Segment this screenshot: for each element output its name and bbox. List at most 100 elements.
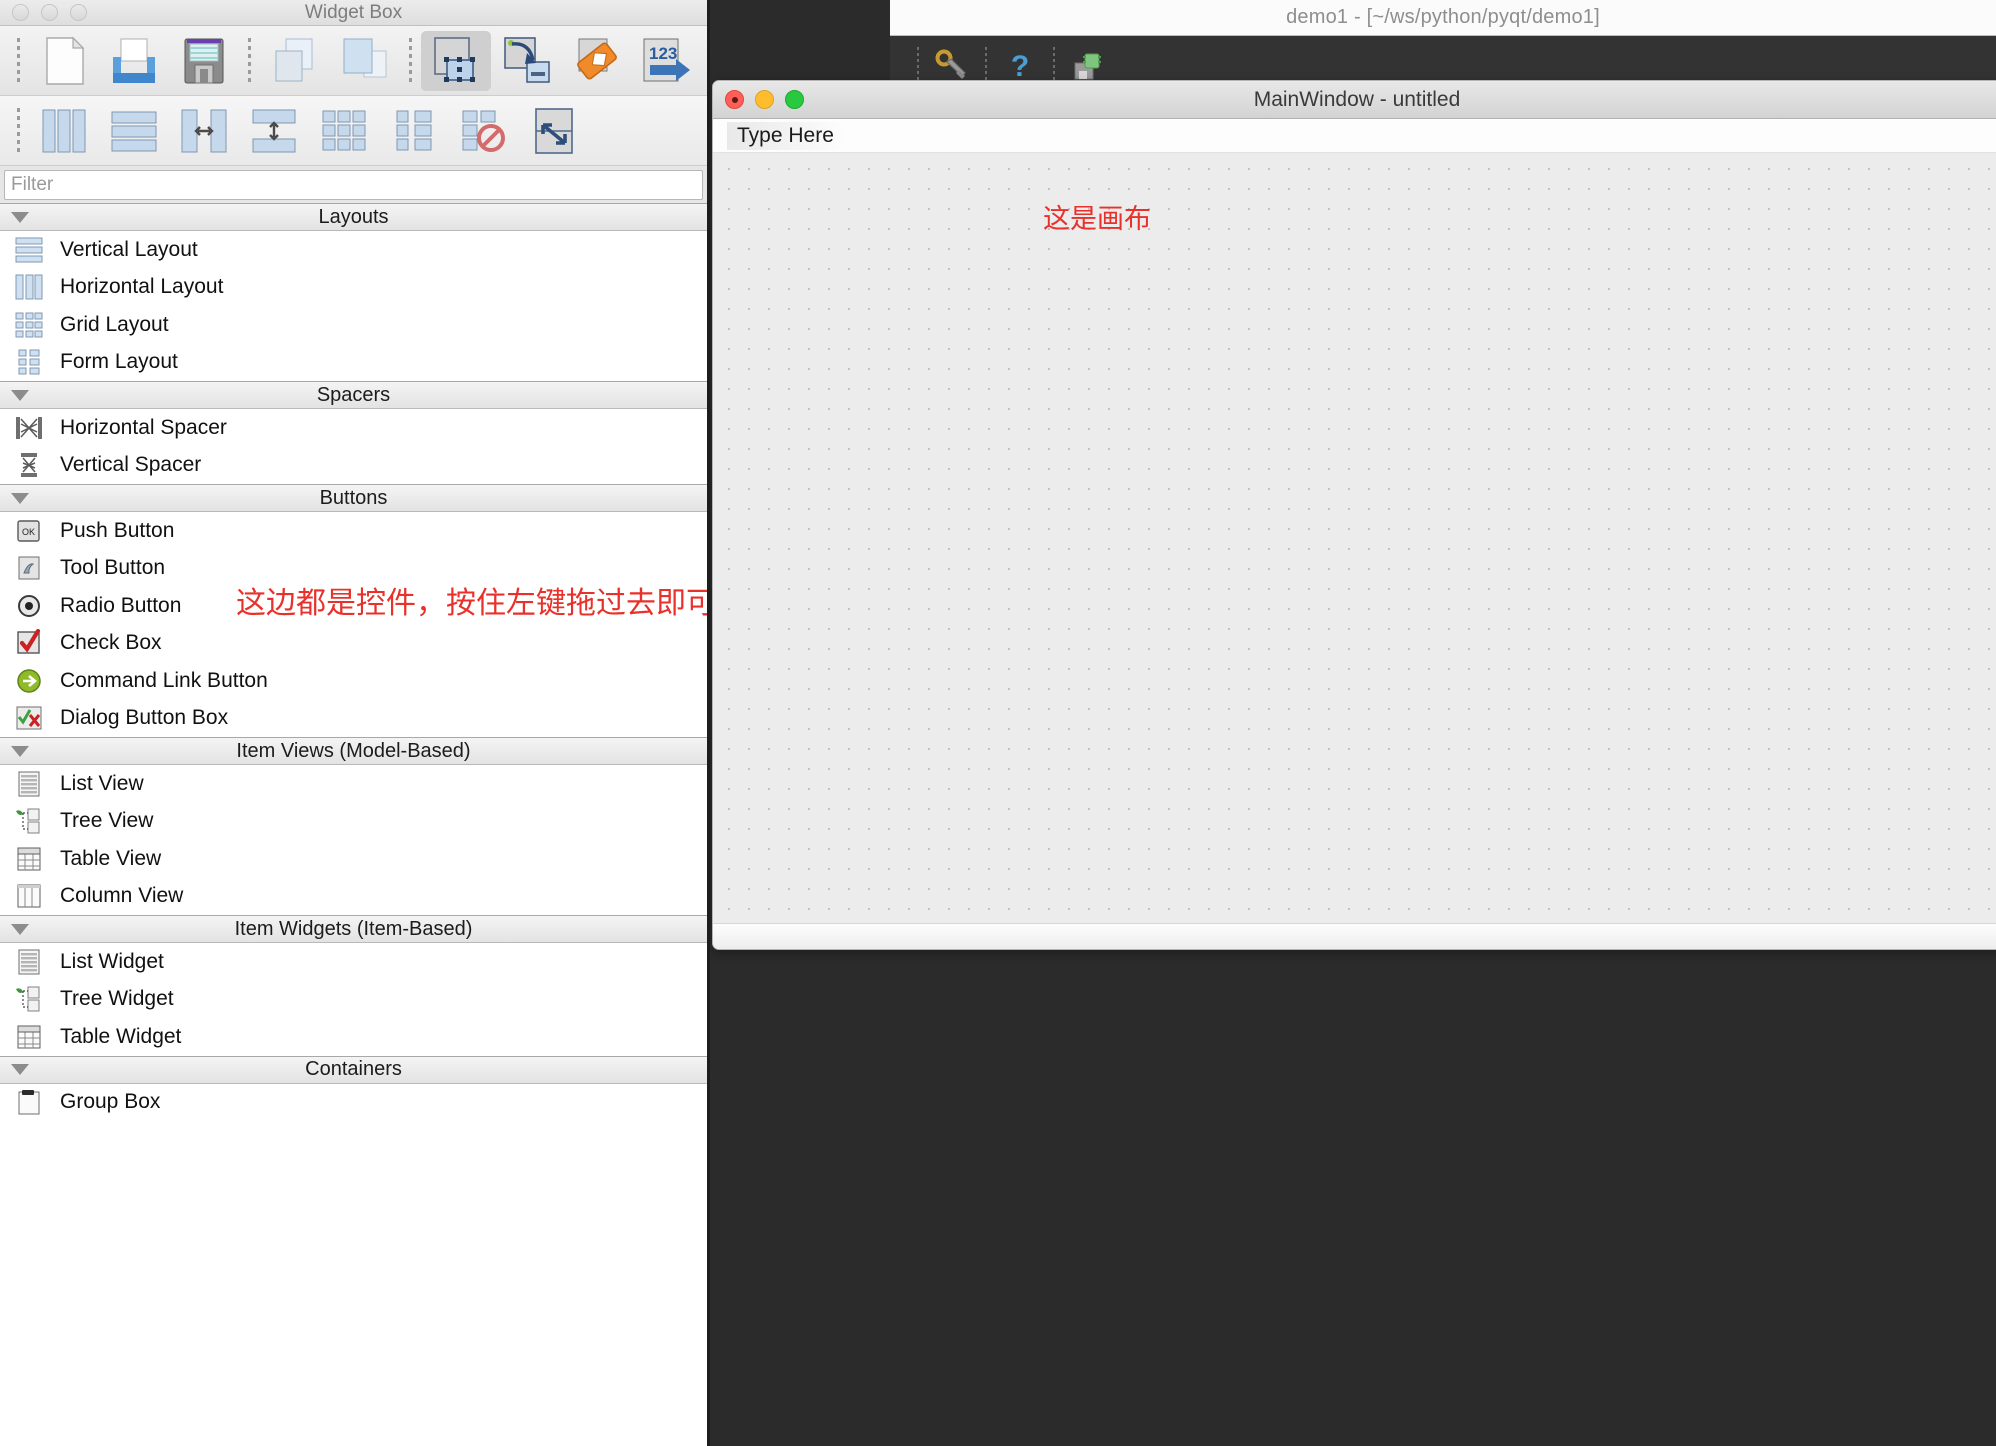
widget-list-item-label: List View: [60, 771, 144, 795]
grid-layout-icon: [12, 310, 46, 340]
check-box-icon: [12, 628, 46, 658]
adjust-size-icon[interactable]: [519, 101, 589, 161]
widget-list-item[interactable]: OK Push Button: [0, 512, 707, 550]
widget-list-item-label: Push Button: [60, 518, 175, 542]
toolbar-drag-handle[interactable]: [17, 107, 20, 154]
layout-vertically-icon[interactable]: [99, 101, 169, 161]
push-button-icon: OK: [12, 516, 46, 546]
edit-widgets-icon[interactable]: [421, 30, 491, 91]
widget-list-item[interactable]: Dialog Button Box: [0, 699, 707, 737]
widget-box-panel: Widget Box 123 Filter 这边都是控件，按住左键拖过去即可 L…: [0, 0, 710, 1446]
new-form-icon[interactable]: [29, 31, 99, 91]
widget-list-item-label: Radio Button: [60, 593, 182, 617]
toolbar-drag-handle[interactable]: [248, 37, 251, 84]
vertical-layout-icon: [12, 235, 46, 265]
form-statusbar: [713, 923, 1996, 949]
paste-icon[interactable]: [330, 31, 400, 91]
edit-signals-slots-icon[interactable]: [491, 31, 561, 91]
layout-horizontal-splitter-icon[interactable]: [169, 101, 239, 161]
toolbar-drag-handle[interactable]: [409, 37, 412, 84]
widget-box-list[interactable]: 这边都是控件，按住左键拖过去即可 Layouts Vertical Layout H…: [0, 203, 707, 1446]
widget-list-item[interactable]: Command Link Button: [0, 662, 707, 700]
svg-text:123: 123: [649, 44, 677, 63]
horizontal-layout-icon: [12, 272, 46, 302]
radio-button-icon: [12, 591, 46, 621]
category-header[interactable]: Buttons: [0, 484, 707, 512]
category-header[interactable]: Layouts: [0, 203, 707, 231]
widget-list-item[interactable]: Tool Button: [0, 549, 707, 587]
widget-list-item-label: Tree View: [60, 809, 154, 833]
edit-buddies-icon[interactable]: [561, 31, 631, 91]
layout-form-icon[interactable]: [379, 101, 449, 161]
widget-list-item[interactable]: Tree View: [0, 802, 707, 840]
widget-list-item[interactable]: Table Widget: [0, 1018, 707, 1056]
widget-list-item-label: Tool Button: [60, 556, 166, 580]
screen-root: demo1 - [~/ws/python/pyqt/demo1] ? MainW…: [0, 0, 1996, 1446]
svg-text:OK: OK: [22, 527, 35, 537]
widget-list-item[interactable]: Table View: [0, 840, 707, 878]
category-header[interactable]: Item Widgets (Item-Based): [0, 915, 707, 943]
designer-window-title: demo1 - [~/ws/python/pyqt/demo1]: [1286, 6, 1600, 28]
category-header[interactable]: Spacers: [0, 381, 707, 409]
widget-list-item[interactable]: Form Layout: [0, 343, 707, 381]
widget-list-item-label: Grid Layout: [60, 312, 169, 336]
widget-list-item[interactable]: Check Box: [0, 624, 707, 662]
widget-list-item[interactable]: Group Box: [0, 1083, 707, 1121]
category-label: Spacers: [316, 383, 391, 406]
canvas-annotation: 这是画布: [1043, 204, 1151, 234]
widget-list-item-label: Horizontal Layout: [60, 275, 224, 299]
category-label: Layouts: [318, 205, 389, 228]
form-window-title: MainWindow - untitled: [1253, 87, 1461, 111]
command-link-button-icon: [12, 666, 46, 696]
layout-vertical-splitter-icon[interactable]: [239, 101, 309, 161]
widget-list-item[interactable]: Vertical Layout: [0, 231, 707, 269]
widget-list-item[interactable]: List View: [0, 765, 707, 803]
column-view-icon: [12, 881, 46, 911]
edit-tab-order-icon[interactable]: 123: [631, 31, 701, 91]
widget-list-item-label: Check Box: [60, 631, 162, 655]
widget-box-filter-container: [0, 166, 707, 203]
widget-list-item-label: Column View: [60, 884, 184, 908]
form-layout-icon: [12, 347, 46, 377]
copy-icon[interactable]: [260, 31, 330, 91]
dialog-button-box-icon: [12, 703, 46, 733]
widget-filter-input[interactable]: [4, 170, 703, 200]
designer-application-window: demo1 - [~/ws/python/pyqt/demo1] ? MainW…: [712, 0, 1996, 1446]
widget-list-item[interactable]: Tree Widget: [0, 980, 707, 1018]
widget-list-item[interactable]: Vertical Spacer: [0, 446, 707, 484]
menubar-type-here-placeholder[interactable]: Type Here: [727, 121, 844, 150]
widget-list-item[interactable]: Radio Button: [0, 587, 707, 625]
widget-list-item[interactable]: Horizontal Layout: [0, 268, 707, 306]
tree-widget-icon: [12, 984, 46, 1014]
category-label: Item Widgets (Item-Based): [234, 917, 473, 940]
widget-list-item[interactable]: Horizontal Spacer: [0, 409, 707, 447]
widget-list-item-label: Vertical Spacer: [60, 453, 202, 477]
horizontal-spacer-icon: [12, 413, 46, 443]
widget-list-item[interactable]: List Widget: [0, 943, 707, 981]
vertical-spacer-icon: [12, 450, 46, 480]
widget-box-title: Widget Box: [304, 1, 403, 23]
widget-list-item-label: Table Widget: [60, 1024, 182, 1048]
widget-list-item-label: Tree Widget: [60, 987, 174, 1011]
break-layout-icon[interactable]: [449, 101, 519, 161]
widget-list-item[interactable]: Column View: [0, 877, 707, 915]
svg-text:?: ?: [1011, 50, 1029, 83]
widget-list-item-label: Form Layout: [60, 350, 178, 374]
widget-list-item-label: Group Box: [60, 1090, 161, 1114]
widget-list-item-label: Command Link Button: [60, 668, 268, 692]
save-form-icon[interactable]: [169, 31, 239, 91]
widget-list-item-label: List Widget: [60, 949, 164, 973]
tool-button-icon: [12, 553, 46, 583]
layout-horizontally-icon[interactable]: [29, 101, 99, 161]
widget-list-item[interactable]: Grid Layout: [0, 306, 707, 344]
category-header[interactable]: Item Views (Model-Based): [0, 737, 707, 765]
layout-grid-icon[interactable]: [309, 101, 379, 161]
category-label: Buttons: [319, 486, 388, 509]
category-header[interactable]: Containers: [0, 1055, 707, 1084]
widget-box-titlebar: Widget Box: [0, 0, 707, 26]
tree-view-icon: [12, 806, 46, 836]
toolbar-drag-handle[interactable]: [17, 37, 20, 84]
open-form-icon[interactable]: [99, 31, 169, 91]
widget-list-item-label: Table View: [60, 846, 162, 870]
form-design-canvas[interactable]: 这是画布: [713, 153, 1996, 923]
